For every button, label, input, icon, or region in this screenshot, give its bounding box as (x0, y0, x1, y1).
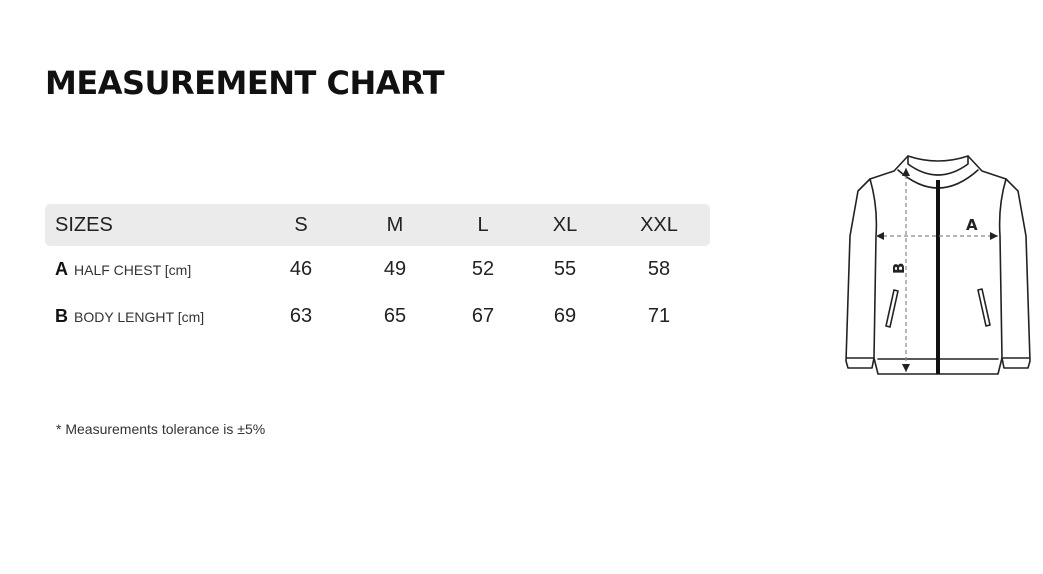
row-name-body-length: BODY LENGHT [cm] (74, 308, 205, 325)
table-cell: 46 (289, 258, 313, 280)
table-cell: 63 (289, 305, 313, 327)
table-cell: 71 (647, 305, 671, 327)
row-label: B BODY LENGHT [cm] (55, 293, 204, 340)
table-row-half-chest: A HALF CHEST [cm] 46 49 52 55 58 (45, 246, 710, 293)
diagram-label-a: A (966, 216, 978, 234)
jacket-collar (907, 155, 969, 176)
table-cell: 67 (471, 305, 495, 327)
tolerance-note: * Measurements tolerance is ±5% (56, 421, 266, 437)
table-cell: 49 (383, 258, 407, 280)
table-row-body-length: B BODY LENGHT [cm] 63 65 67 69 71 (45, 293, 710, 340)
table-cell: 65 (383, 305, 407, 327)
table-cell: 55 (553, 258, 577, 280)
page-title: MEASUREMENT CHART (45, 64, 445, 102)
row-letter-a: A (55, 259, 68, 279)
size-header-xxl: XXL (640, 213, 678, 236)
table-cell: 58 (647, 258, 671, 280)
row-name-half-chest: HALF CHEST [cm] (74, 261, 192, 278)
table-header-row: SIZES S M L XL XXL (45, 204, 710, 246)
jacket-diagram-icon: A B (845, 155, 1031, 375)
sizes-header: SIZES (55, 213, 113, 236)
table-cell: 69 (553, 305, 577, 327)
size-header-m: M (386, 213, 404, 236)
table-cell: 52 (471, 258, 495, 280)
size-header-xl: XL (552, 213, 578, 236)
diagram-label-b: B (890, 263, 908, 274)
row-letter-b: B (55, 306, 68, 326)
row-label: A HALF CHEST [cm] (55, 246, 191, 293)
size-header-l: L (477, 213, 489, 236)
size-header-s: S (294, 213, 308, 236)
size-table: SIZES S M L XL XXL A HALF CHEST [cm] 46 … (45, 204, 710, 340)
